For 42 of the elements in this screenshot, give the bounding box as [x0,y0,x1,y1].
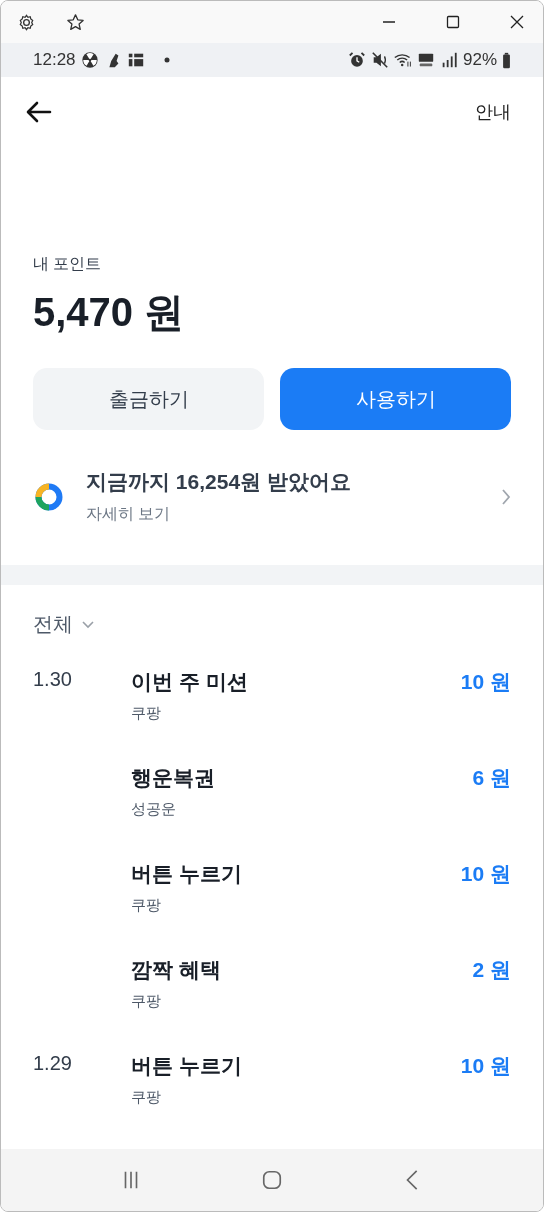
date-label: 1.29 [33,1052,72,1074]
back-arrow-icon[interactable] [26,101,52,123]
chevron-right-icon [501,487,511,506]
radiation-icon [80,51,99,69]
settings-icon[interactable] [17,12,36,32]
info-link[interactable]: 안내 [475,100,511,124]
donut-icon [34,481,64,512]
history-amount: 10 원 [460,1053,511,1079]
history-source: 쿠팡 [131,992,162,1011]
points-amount: 5,470 원 [33,289,186,336]
history-amount: 6 원 [472,765,511,791]
wifi-icon [393,51,412,69]
history-title: 버튼 누르기 [131,1053,243,1079]
history-title: 깜짝 혜택 [131,957,222,983]
points-label: 내 포인트 [33,254,103,274]
grid-icon [126,51,145,69]
history-title: 행운복권 [131,765,216,791]
summary-row[interactable]: 지금까지 16,254원 받았어요 자세히 보기 [1,430,543,565]
history-source: 성공운 [131,800,177,819]
home-icon[interactable] [261,1169,283,1191]
use-button[interactable]: 사용하기 [280,368,511,430]
status-time: 12:28 [33,50,76,70]
filter-dropdown[interactable]: 전체 [33,611,95,638]
history-amount: 10 원 [460,861,511,887]
summary-title: 지금까지 16,254원 받았어요 [86,469,352,495]
withdraw-button[interactable]: 출금하기 [33,368,264,430]
battery-percent: 92% [462,50,497,70]
history-title: 이번 주 미션 [131,669,249,695]
date-label: 1.30 [33,668,72,690]
dot-icon [163,57,170,63]
history-source: 쿠팡 [131,896,162,915]
summary-subtitle: 자세히 보기 [86,504,172,524]
star-icon[interactable] [66,12,85,32]
history-title: 버튼 누르기 [131,861,243,887]
chevron-down-icon [81,619,95,630]
history-amount: 2 원 [472,957,511,983]
history-source: 쿠팡 [131,1088,162,1107]
mute-icon [370,51,389,69]
history-source: 쿠팡 [131,704,162,723]
history-amount: 10 원 [460,669,511,695]
alarm-icon [347,51,366,69]
battery-icon [502,51,511,69]
